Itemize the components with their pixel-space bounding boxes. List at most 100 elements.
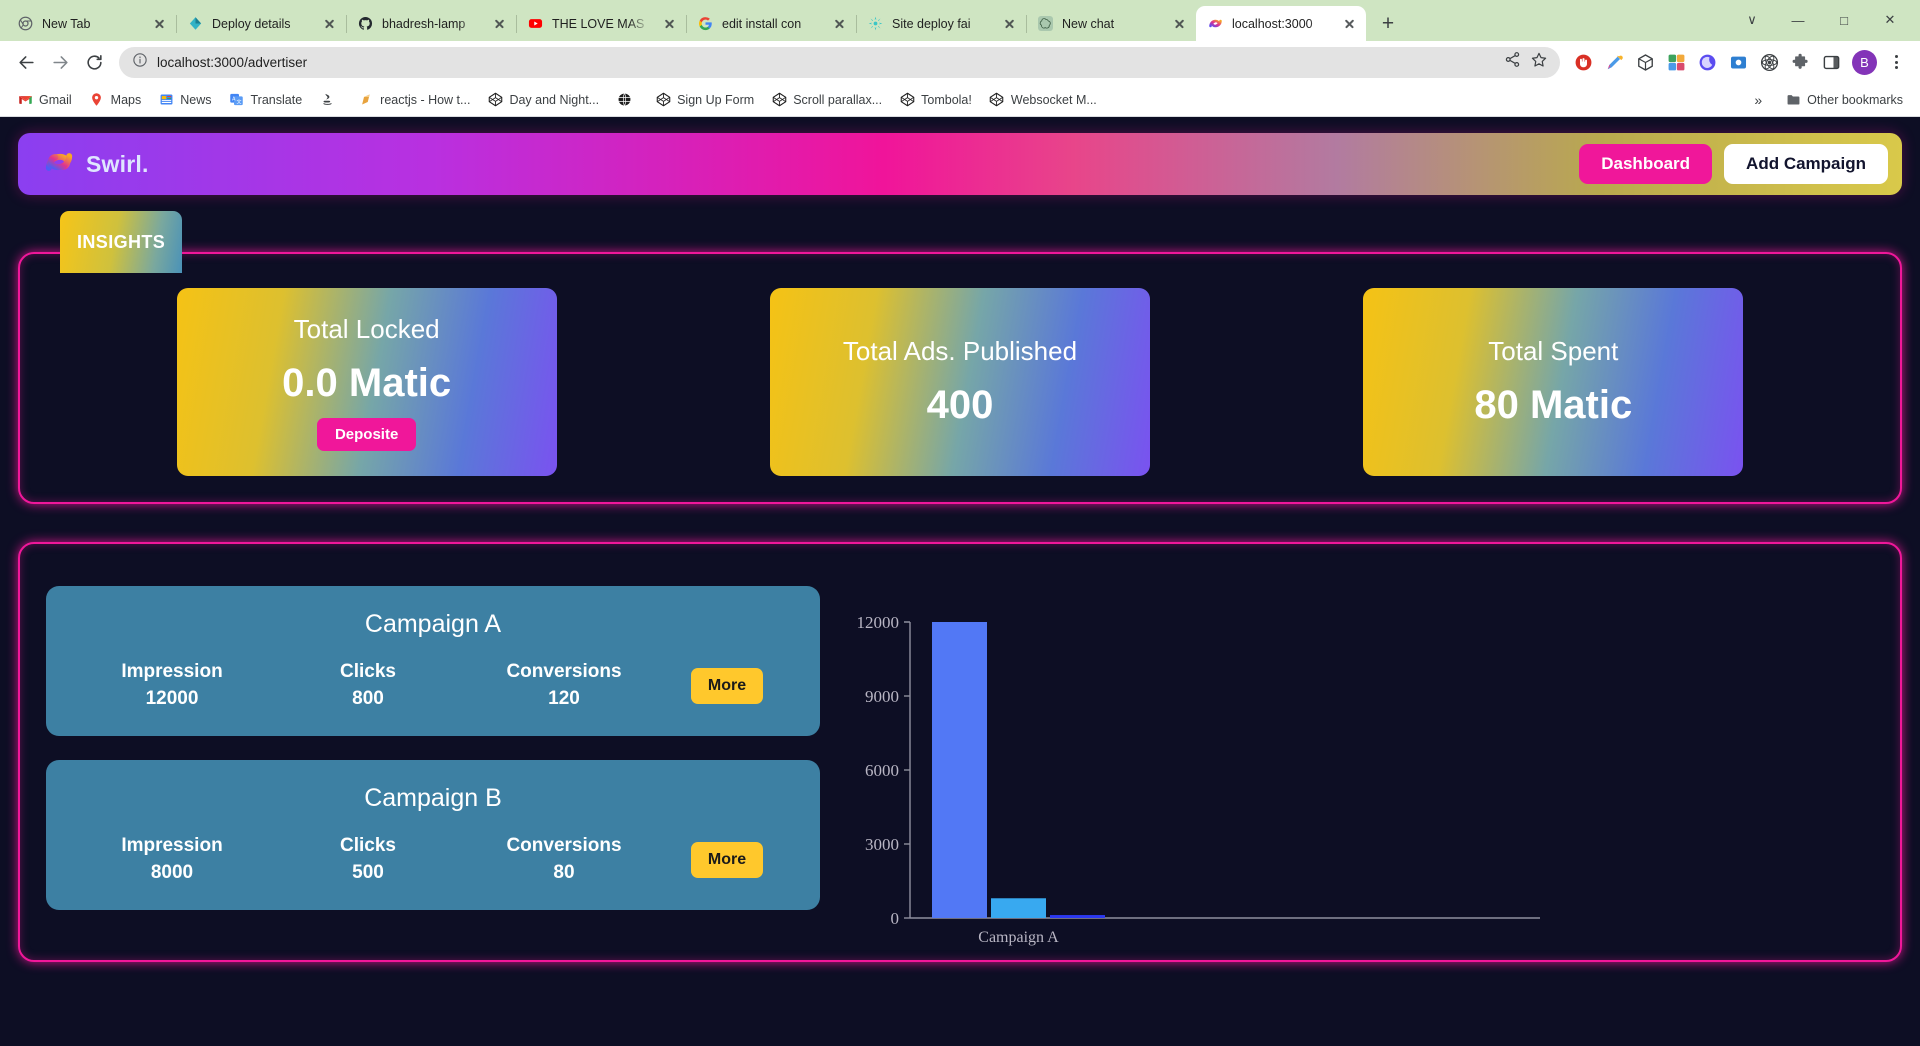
campaign-card[interactable]: Campaign B Impression 8000 Clicks 500 Co… <box>46 760 820 910</box>
browser-tab[interactable]: New chat <box>1026 6 1196 41</box>
forward-arrow-icon[interactable] <box>44 46 76 78</box>
stat-label: Impression <box>121 661 223 682</box>
stat-label: Impression <box>121 835 223 856</box>
maximize-button[interactable]: □ <box>1822 5 1866 35</box>
browser-tab[interactable]: Deploy details <box>176 6 347 41</box>
box-icon[interactable] <box>1631 48 1659 76</box>
bookmark-websocket[interactable]: Websocket M... <box>982 88 1104 112</box>
browser-tab[interactable]: THE LOVE MAS <box>516 6 687 41</box>
other-bookmarks-folder[interactable]: Other bookmarks <box>1778 88 1910 112</box>
close-icon[interactable] <box>1341 15 1358 32</box>
codepen-icon <box>899 92 915 108</box>
page-viewport: Swirl. Dashboard Add Campaign INSIGHTS T… <box>0 117 1920 1046</box>
browser-tab-active[interactable]: localhost:3000 <box>1196 6 1366 41</box>
bookmark-maps[interactable]: Maps <box>82 88 149 112</box>
header-actions: Dashboard Add Campaign <box>1579 144 1888 184</box>
bookmark-reactjs[interactable]: reactjs - How t... <box>351 88 477 112</box>
bookmark-tombola[interactable]: Tombola! <box>892 88 979 112</box>
insights-panel: INSIGHTS Total Locked 0.0 Matic Deposite… <box>18 211 1902 504</box>
close-icon[interactable] <box>831 15 848 32</box>
close-icon[interactable] <box>321 15 338 32</box>
close-icon[interactable] <box>661 15 678 32</box>
browser-tab[interactable]: bhadresh-lamp <box>346 6 517 41</box>
kebab-menu-icon[interactable] <box>1882 55 1910 69</box>
sparkle-icon <box>867 15 884 32</box>
bookmark-label: Sign Up Form <box>677 92 755 107</box>
chevron-down-icon[interactable]: ∨ <box>1730 5 1774 35</box>
bookmark-label: Day and Night... <box>509 92 600 107</box>
bookmark-label: reactjs - How t... <box>380 92 471 107</box>
bookmark-scroll-parallax[interactable]: Scroll parallax... <box>764 88 889 112</box>
bookmark-sign-up-form[interactable]: Sign Up Form <box>648 88 761 112</box>
close-icon[interactable] <box>491 15 508 32</box>
svg-text:9000: 9000 <box>865 687 899 706</box>
bookmark-news[interactable]: News <box>151 88 218 112</box>
campaign-stat-conversions: Conversions 120 <box>466 661 662 710</box>
svg-text:0: 0 <box>891 909 900 928</box>
browser-tab[interactable]: New Tab <box>6 6 177 41</box>
insights-tab-label[interactable]: INSIGHTS <box>60 211 183 273</box>
minimize-button[interactable]: — <box>1776 5 1820 35</box>
back-arrow-icon[interactable] <box>10 46 42 78</box>
browser-tab[interactable]: Site deploy fai <box>856 6 1027 41</box>
bookmark-globe[interactable] <box>609 88 645 112</box>
address-bar[interactable]: localhost:3000/advertiser <box>119 46 1560 78</box>
bookmark-day-and-night[interactable]: Day and Night... <box>480 88 606 112</box>
browser-tab[interactable]: edit install con <box>686 6 857 41</box>
close-icon[interactable] <box>1171 15 1188 32</box>
campaign-stat-clicks: Clicks 800 <box>270 661 466 710</box>
maps-icon <box>89 92 105 108</box>
campaign-stats: Impression 8000 Clicks 500 Conversions 8… <box>74 835 792 884</box>
star-icon[interactable] <box>1530 51 1548 74</box>
bookmark-translate[interactable]: A文 Translate <box>222 88 310 112</box>
eyedropper-icon[interactable] <box>1600 48 1628 76</box>
add-campaign-button[interactable]: Add Campaign <box>1724 144 1888 184</box>
extension-icons <box>1569 48 1845 76</box>
news-icon <box>158 92 174 108</box>
java-icon <box>319 92 335 108</box>
bookmark-label: Scroll parallax... <box>793 92 883 107</box>
campaign-stat-conversions: Conversions 80 <box>466 835 662 884</box>
close-window-button[interactable]: ✕ <box>1868 5 1912 35</box>
deposite-button[interactable]: Deposite <box>316 417 417 451</box>
translate-icon: A文 <box>229 92 245 108</box>
bookmarks-overflow: » Other bookmarks <box>1746 88 1910 112</box>
bookmark-java[interactable] <box>312 88 348 112</box>
info-circle-icon[interactable] <box>132 52 148 73</box>
more-button[interactable]: More <box>690 841 764 878</box>
extensions-icon[interactable] <box>1786 48 1814 76</box>
campaign-stats: Impression 12000 Clicks 800 Conversions … <box>74 661 792 710</box>
gmail-icon <box>17 92 33 108</box>
share-icon[interactable] <box>1504 51 1521 73</box>
tab-title: New Tab <box>42 16 91 31</box>
stat-card-value: 400 <box>926 383 994 427</box>
browser-toolbar: localhost:3000/advertiser B <box>0 41 1920 83</box>
chrome-icon <box>17 15 34 32</box>
codepen-icon <box>655 92 671 108</box>
puzzle-colored-icon[interactable] <box>1662 48 1690 76</box>
moon-icon[interactable] <box>1693 48 1721 76</box>
react-icon[interactable] <box>1755 48 1783 76</box>
url-text: localhost:3000/advertiser <box>157 54 308 70</box>
bookmark-gmail[interactable]: Gmail <box>10 88 79 112</box>
sidepanel-icon[interactable] <box>1817 48 1845 76</box>
profile-avatar[interactable]: B <box>1852 49 1877 75</box>
campaign-card[interactable]: Campaign A Impression 12000 Clicks 800 C… <box>46 586 820 736</box>
codepen-icon <box>771 92 787 108</box>
github-icon <box>357 15 374 32</box>
overflow-chevron-icon[interactable]: » <box>1746 92 1770 108</box>
more-button[interactable]: More <box>690 667 764 704</box>
svg-text:6000: 6000 <box>865 761 899 780</box>
folder-icon <box>1785 92 1801 108</box>
close-icon[interactable] <box>1001 15 1018 32</box>
campaigns-panel: Campaign A Impression 12000 Clicks 800 C… <box>18 542 1902 962</box>
codepen-icon <box>989 92 1005 108</box>
dashboard-button[interactable]: Dashboard <box>1579 144 1713 184</box>
brand-logo[interactable]: Swirl. <box>42 145 149 184</box>
new-tab-button[interactable]: + <box>1373 8 1403 38</box>
screenshot-icon[interactable] <box>1724 48 1752 76</box>
close-icon[interactable] <box>151 15 168 32</box>
reload-icon[interactable] <box>78 46 110 78</box>
browser-window: New Tab Deploy details bhadresh-lamp THE… <box>0 0 1920 1046</box>
adblock-icon[interactable] <box>1569 48 1597 76</box>
